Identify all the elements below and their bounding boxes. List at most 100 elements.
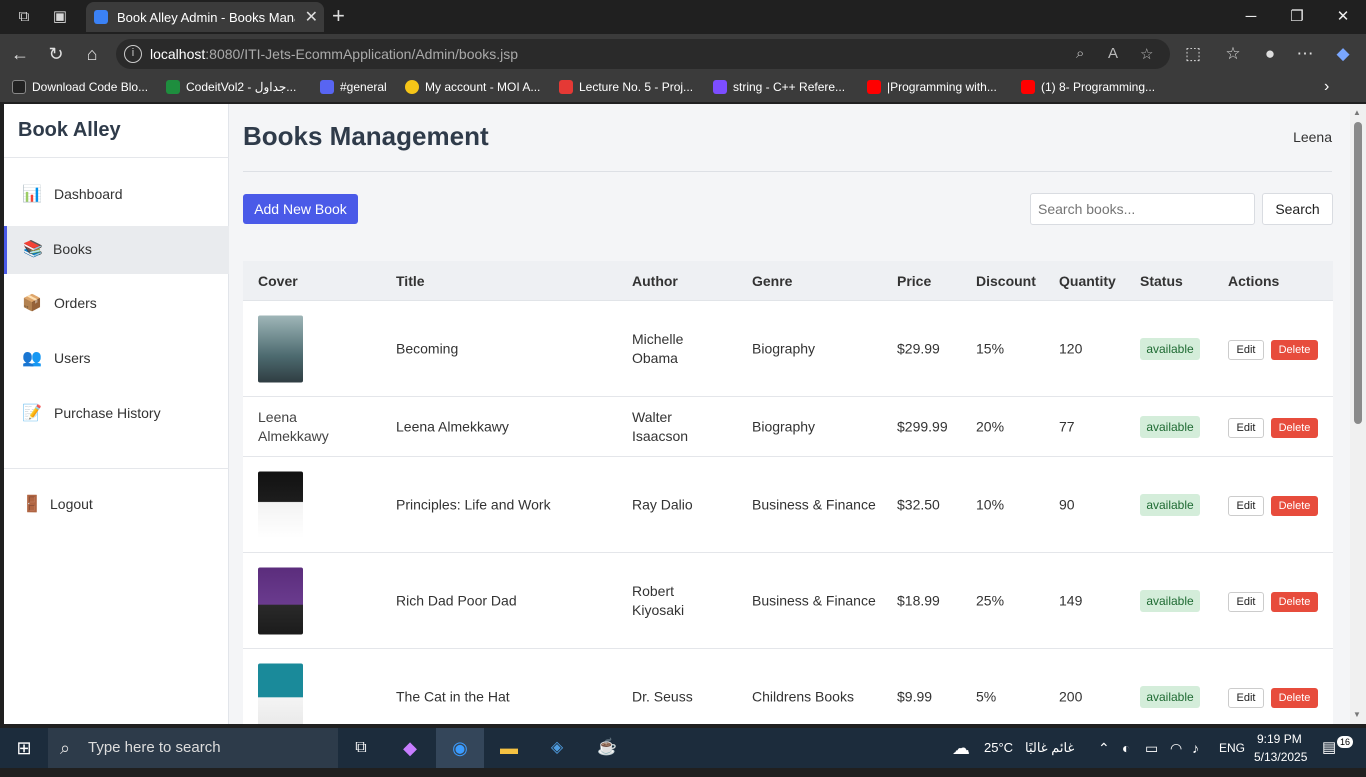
profile-avatar-icon[interactable]: ●: [1255, 34, 1285, 74]
address-bar[interactable]: i localhost:8080/ITI-Jets-EcommApplicati…: [116, 39, 1170, 69]
language-indicator[interactable]: ENG: [1219, 728, 1245, 768]
book-author: Ray Dalio: [632, 496, 693, 513]
book-genre: Childrens Books: [752, 688, 854, 705]
copilot-icon[interactable]: ◆: [1328, 34, 1358, 74]
delete-button[interactable]: Delete: [1271, 496, 1318, 516]
bookmarks-overflow-icon[interactable]: ›: [1324, 78, 1329, 96]
logout-button[interactable]: 🚪 Logout: [4, 481, 229, 529]
weather-icon[interactable]: ☁: [952, 728, 970, 768]
zoom-icon[interactable]: ⌕: [1076, 45, 1084, 62]
edit-button[interactable]: Edit: [1228, 340, 1264, 360]
file-explorer-icon[interactable]: ▬: [494, 728, 524, 768]
copilot-app-icon[interactable]: ◆: [395, 728, 425, 768]
sidebar-item-books[interactable]: 📚 Books: [4, 226, 229, 274]
book-cover-image: [258, 663, 303, 724]
reload-icon[interactable]: ↻: [41, 34, 71, 74]
bookmark-favicon-icon: [12, 80, 26, 94]
site-info-icon[interactable]: i: [124, 45, 142, 63]
sidebar-item-dashboard[interactable]: 📊 Dashboard: [4, 171, 229, 219]
book-discount: 20%: [976, 418, 1005, 435]
restore-icon[interactable]: ❐: [1274, 0, 1320, 34]
weather-condition[interactable]: غائم غالبًا: [1025, 728, 1074, 768]
column-header: Quantity: [1059, 273, 1116, 289]
bookmarks-bar: Download Code Blo... CodeitVol2 - جداول.…: [0, 74, 1366, 102]
scroll-down-icon[interactable]: ▼: [1353, 710, 1361, 719]
bookmark-item[interactable]: Download Code Blo...: [12, 80, 148, 94]
close-window-icon[interactable]: ✕: [1320, 0, 1366, 34]
edge-app-icon[interactable]: ◉: [436, 728, 484, 768]
book-price: $18.99: [897, 592, 940, 609]
weather-temp[interactable]: 25°C: [984, 728, 1013, 768]
bookmark-item[interactable]: Lecture No. 5 - Proj...: [559, 80, 693, 94]
back-icon[interactable]: ←: [5, 34, 35, 74]
book-title: Becoming: [396, 340, 459, 357]
bookmark-item[interactable]: CodeitVol2 - جداول...: [166, 80, 296, 94]
workspaces-icon[interactable]: ⧉: [9, 0, 39, 34]
sidebar-item-purchase-history[interactable]: 📝 Purchase History: [4, 390, 229, 438]
sidebar-divider: [4, 468, 229, 469]
bookmark-item[interactable]: #general: [320, 80, 387, 94]
meet-icon[interactable]: ◐: [1122, 728, 1130, 768]
book-discount: 15%: [976, 340, 1005, 357]
extensions-icon[interactable]: ⬚: [1178, 34, 1208, 74]
sidebar: Book Alley 📊 Dashboard 📚 Books 📦 Orders …: [4, 104, 229, 724]
add-book-button[interactable]: Add New Book: [243, 194, 358, 224]
sidebar-item-users[interactable]: 👥 Users: [4, 335, 229, 383]
tray-overflow-icon[interactable]: ⌃: [1098, 728, 1110, 768]
home-icon[interactable]: ⌂: [77, 34, 107, 74]
new-tab-icon[interactable]: +: [332, 0, 345, 32]
book-quantity: 200: [1059, 688, 1083, 705]
edit-button[interactable]: Edit: [1228, 496, 1264, 516]
bookmark-item[interactable]: string - C++ Refere...: [713, 80, 845, 94]
edit-button[interactable]: Edit: [1228, 688, 1264, 708]
delete-button[interactable]: Delete: [1271, 688, 1318, 708]
vscode-app-icon[interactable]: ◈: [542, 728, 572, 768]
taskbar-search-box[interactable]: ⌕ Type here to search: [48, 728, 338, 768]
delete-button[interactable]: Delete: [1271, 340, 1318, 360]
read-aloud-icon[interactable]: A: [1108, 45, 1118, 62]
taskbar-search-placeholder: Type here to search: [88, 739, 221, 756]
bookmark-favicon-icon: [867, 80, 881, 94]
windows-start-icon[interactable]: ⊞: [8, 728, 40, 768]
battery-icon[interactable]: ▭: [1145, 728, 1158, 768]
book-cover-image: [258, 315, 303, 383]
delete-button[interactable]: Delete: [1271, 592, 1318, 612]
edit-button[interactable]: Edit: [1228, 418, 1264, 438]
page-scrollbar[interactable]: ▲ ▼: [1350, 104, 1366, 724]
books-icon: 📚: [23, 241, 43, 258]
bookmark-favicon-icon: [559, 80, 573, 94]
java-app-icon[interactable]: ☕: [592, 728, 622, 768]
tab-actions-icon[interactable]: ▣: [45, 0, 75, 34]
minimize-icon[interactable]: ─: [1228, 0, 1274, 34]
favorite-star-icon[interactable]: ☆: [1140, 45, 1153, 63]
user-name[interactable]: Leena: [1293, 129, 1332, 145]
book-quantity: 120: [1059, 340, 1083, 357]
search-input[interactable]: [1030, 193, 1255, 225]
main-content: Books Management Leena Add New Book Sear…: [229, 104, 1350, 724]
volume-icon[interactable]: ♪: [1192, 728, 1199, 768]
book-author: Walter Isaacson: [632, 409, 689, 444]
clock-date[interactable]: 5/13/2025: [1254, 737, 1307, 777]
search-button[interactable]: Search: [1262, 193, 1333, 225]
bookmark-favicon-icon: [713, 80, 727, 94]
delete-button[interactable]: Delete: [1271, 418, 1318, 438]
door-icon: 🚪: [22, 496, 42, 513]
wifi-icon[interactable]: ◠: [1170, 728, 1182, 768]
bookmark-item[interactable]: (1) 8- Programming...: [1021, 80, 1155, 94]
scroll-up-icon[interactable]: ▲: [1353, 108, 1361, 117]
scrollbar-thumb[interactable]: [1354, 122, 1362, 424]
notification-icon[interactable]: ▤: [1322, 728, 1336, 768]
bookmark-item[interactable]: My account - MOI A...: [405, 80, 540, 94]
browser-tab-active[interactable]: Book Alley Admin - Books Management ✕: [86, 2, 324, 32]
edit-button[interactable]: Edit: [1228, 592, 1264, 612]
close-tab-icon[interactable]: ✕: [305, 7, 318, 27]
sidebar-item-orders[interactable]: 📦 Orders: [4, 280, 229, 328]
bookmark-item[interactable]: |Programming with...: [867, 80, 997, 94]
page-favicon-icon: [94, 10, 108, 24]
header-divider: [243, 171, 1332, 172]
favorites-icon[interactable]: ☆: [1218, 34, 1248, 74]
book-quantity: 77: [1059, 418, 1075, 435]
task-view-icon[interactable]: ⧉: [346, 728, 376, 768]
book-genre: Biography: [752, 418, 816, 435]
more-menu-icon[interactable]: ⋯: [1290, 34, 1320, 74]
